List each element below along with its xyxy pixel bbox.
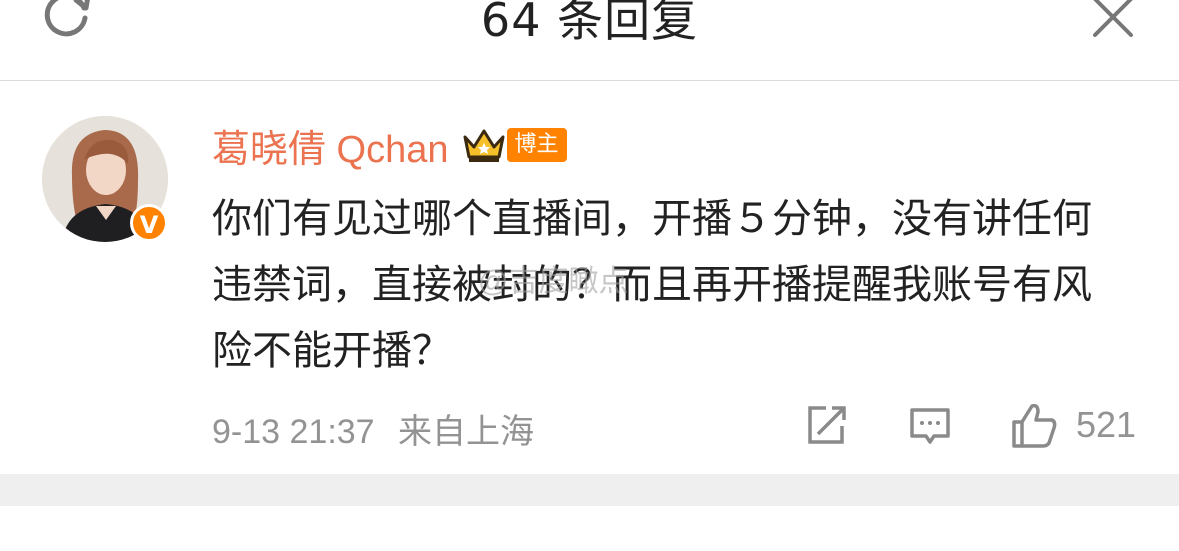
like-count: 521 [1076,404,1137,445]
crown-icon [463,129,505,162]
replies-title: 64 条回复 [480,0,699,47]
section-divider [0,474,1179,506]
verified-badge: V [130,204,168,242]
comment-location: 来自上海 [398,413,535,451]
name-row: 葛晓倩 Qchan 博主 [212,118,567,173]
comment-icon[interactable] [908,404,952,448]
thumbs-up-icon[interactable] [1010,400,1060,450]
share-icon[interactable] [804,404,848,448]
replies-header: 64 条回复 [0,0,1179,81]
comment-meta: 9-13 21:37 来自上海 [212,404,534,453]
comment-timestamp: 9-13 21:37 [212,413,375,451]
comment-item: V 葛晓倩 Qchan 博主 你们有见过哪个直播间，开播５分钟，没有讲任何违禁词… [0,82,1179,474]
username[interactable]: 葛晓倩 Qchan [212,118,449,173]
watermark: @吉度瞰点 [478,265,629,298]
comment-replies-page: 64 条回复 V 葛晓倩 Qchan 博主 你们有见过哪个直播间，开播５分钟，没… [0,0,1179,551]
role-badge: 博主 [506,128,567,162]
comment-text: 你们有见过哪个直播间，开播５分钟，没有讲任何违禁词，直接被封的？而且再开播提醒我… [212,196,1092,374]
close-icon[interactable] [1090,0,1136,40]
